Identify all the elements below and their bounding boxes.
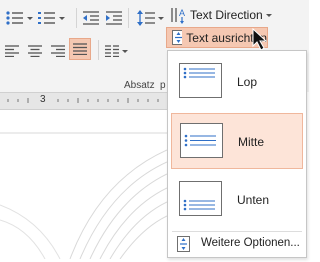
- line-spacing-button[interactable]: [137, 7, 164, 29]
- align-bottom-icon: [179, 181, 222, 216]
- align-middle-icon: [180, 123, 223, 158]
- align-bottom-label: Unten: [237, 193, 270, 207]
- numbering-button[interactable]: [38, 7, 65, 29]
- horizontal-ruler[interactable]: 3: [0, 92, 167, 110]
- align-bottom-option[interactable]: Unten: [171, 172, 303, 228]
- ruler-label: 3: [40, 94, 46, 105]
- text-align-menu: Lop Mitte Unten Weitere Optionen...: [167, 50, 307, 258]
- increase-indent-icon: [106, 11, 122, 25]
- bullets-button[interactable]: [6, 7, 33, 29]
- align-left-button[interactable]: [5, 40, 19, 62]
- justify-button[interactable]: [69, 38, 91, 60]
- align-middle-option[interactable]: Mitte: [171, 113, 303, 169]
- more-options-item[interactable]: Weitere Optionen...: [171, 234, 303, 254]
- numbered-list-icon: [38, 12, 55, 24]
- chevron-down-icon: [265, 13, 272, 17]
- ribbon-divider: [128, 8, 129, 28]
- svg-text:A: A: [179, 8, 185, 18]
- ribbon-divider: [98, 40, 99, 60]
- align-middle-label: Mitte: [238, 135, 265, 149]
- document-canvas[interactable]: [0, 110, 168, 260]
- text-direction-button[interactable]: A Text Direction: [170, 4, 272, 26]
- text-direction-icon: A: [171, 8, 185, 24]
- arc-shapes-graphic: [0, 132, 168, 260]
- chevron-down-icon: [158, 16, 164, 20]
- ruler-ticks: [7, 98, 159, 103]
- align-center-icon: [28, 45, 42, 57]
- menu-divider: [172, 231, 302, 232]
- more-options-label: Weitere Optionen...: [201, 237, 300, 249]
- justify-icon: [73, 43, 87, 55]
- chevron-down-icon: [27, 16, 33, 20]
- ribbon-divider: [76, 8, 77, 28]
- decrease-indent-button[interactable]: [83, 7, 99, 29]
- align-right-icon: [51, 45, 65, 57]
- text-align-icon: [172, 30, 183, 45]
- align-top-icon: [179, 63, 222, 98]
- mouse-cursor-icon: [252, 28, 268, 51]
- decrease-indent-icon: [83, 11, 99, 25]
- align-left-icon: [5, 45, 19, 57]
- paragraph-group-label: Absatz: [124, 80, 155, 91]
- align-center-button[interactable]: [28, 40, 42, 62]
- text-direction-label: Text Direction: [190, 8, 263, 22]
- chevron-down-icon: [59, 16, 65, 20]
- increase-indent-button[interactable]: [106, 7, 122, 29]
- columns-button[interactable]: [105, 40, 128, 62]
- align-top-label: Lop: [237, 75, 258, 89]
- line-spacing-icon: [137, 10, 155, 26]
- align-top-option[interactable]: Lop: [171, 54, 303, 110]
- group-label-overflow: p: [160, 80, 166, 91]
- columns-icon: [105, 45, 119, 57]
- align-right-button[interactable]: [51, 40, 65, 62]
- text-align-icon: [177, 236, 190, 252]
- bullet-list-icon: [6, 11, 23, 25]
- chevron-down-icon: [122, 49, 128, 53]
